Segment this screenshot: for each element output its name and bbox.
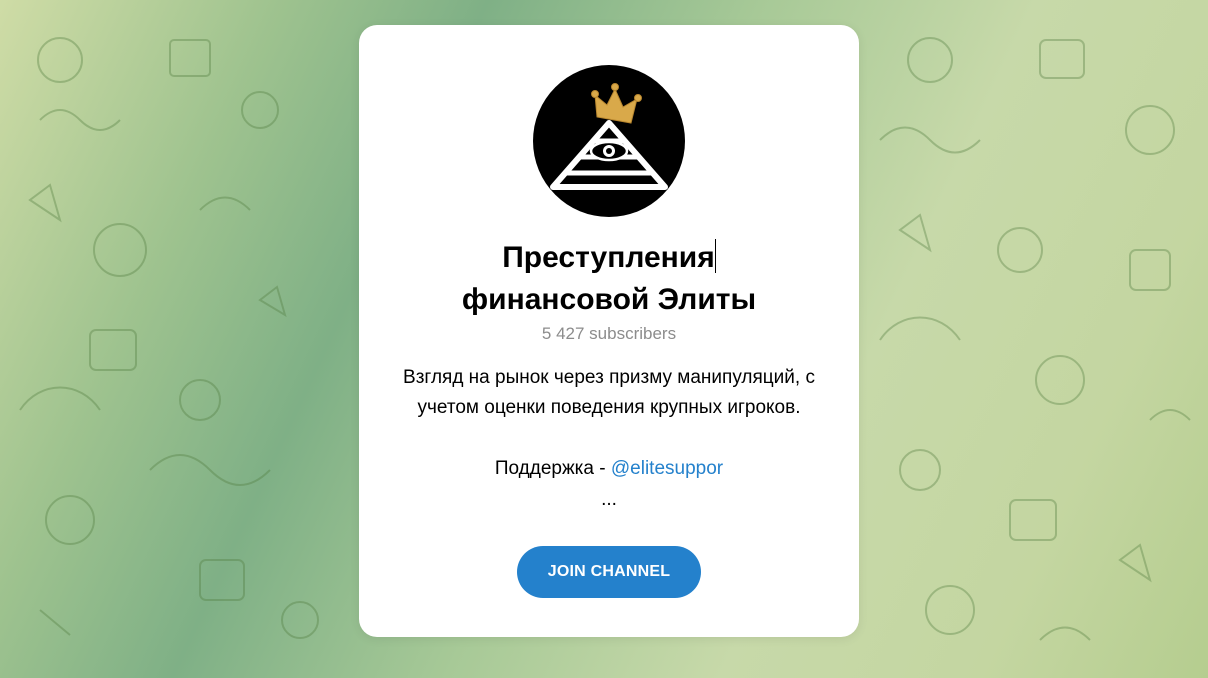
support-label: Поддержка - [494, 458, 611, 479]
channel-card: Преступления финансовой Элиты 5 427 subs… [359, 25, 859, 637]
support-line: Поддержка - @elitesuppor [359, 454, 859, 484]
channel-title-line2: финансовой Элиты [461, 283, 757, 316]
channel-avatar [533, 65, 685, 217]
channel-title: Преступления финансовой Элиты [359, 237, 859, 321]
description-line1: Взгляд на рынок через призму манипуляций… [403, 367, 815, 388]
channel-description: Взгляд на рынок через призму манипуляций… [379, 363, 839, 423]
subscriber-count: 5 427 subscribers [541, 324, 677, 343]
pyramid-eye-crown-icon [550, 83, 668, 190]
description-ellipsis: ... [601, 489, 617, 510]
join-channel-button[interactable]: JOIN CHANNEL [517, 546, 701, 598]
description-line2: учетом оценки поведения крупных игроков. [417, 397, 801, 418]
support-username-link[interactable]: @elitesuppor [611, 458, 723, 479]
text-caret [714, 239, 716, 273]
channel-title-line1: Преступления [502, 241, 715, 274]
